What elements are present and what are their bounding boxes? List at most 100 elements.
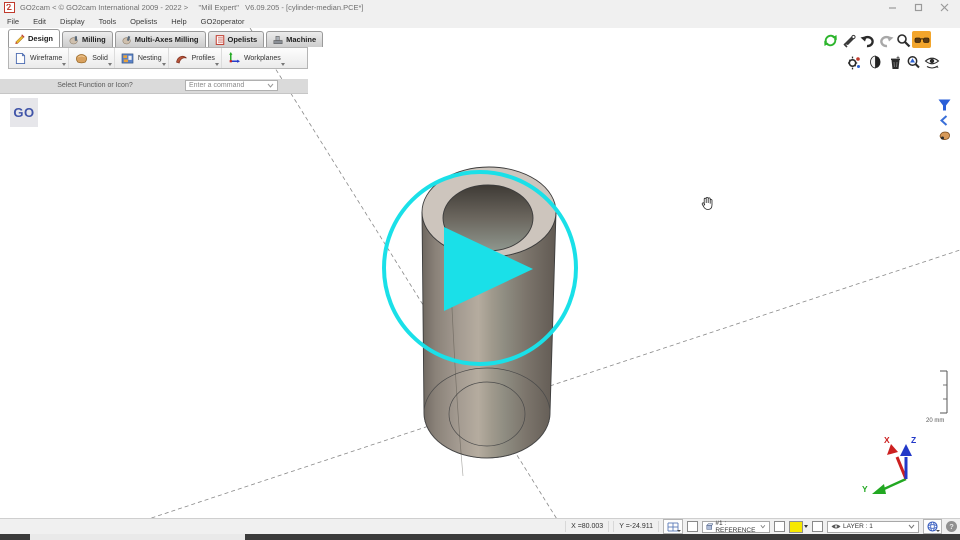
tool-label: Workplanes: [244, 55, 281, 62]
zoom-window-button[interactable]: [905, 54, 921, 70]
axis-y-label: Y: [862, 484, 868, 494]
layer-eye-icon: [831, 523, 841, 530]
command-prompt-label: Select Function or Icon?: [40, 82, 150, 89]
menu-help[interactable]: Help: [164, 17, 193, 26]
go-logo[interactable]: GO: [10, 98, 38, 127]
command-input[interactable]: Enter a command: [185, 80, 278, 91]
menu-file[interactable]: File: [0, 17, 26, 26]
tab-machine[interactable]: Machine: [266, 31, 323, 47]
machining-tools-icon: [846, 55, 861, 70]
chevron-down-icon[interactable]: [804, 525, 808, 528]
tab-label: Design: [28, 34, 53, 43]
chevron-down-icon[interactable]: [281, 63, 285, 66]
reference-select[interactable]: #1 : REFERENCE: [702, 521, 770, 533]
glasses-icon: [914, 35, 930, 45]
tool-label: Profiles: [192, 55, 215, 62]
tool-profiles[interactable]: Profiles: [169, 48, 222, 68]
maximize-button[interactable]: [912, 3, 924, 13]
tab-label: Multi-Axes Milling: [135, 35, 199, 44]
menu-tools[interactable]: Tools: [92, 17, 124, 26]
collapse-panel-button[interactable]: [938, 114, 950, 127]
design-icon: [15, 34, 25, 44]
tool-solid[interactable]: Solid: [69, 48, 115, 68]
menu-bar: File Edit Display Tools Opelists Help GO…: [0, 15, 960, 29]
menu-display[interactable]: Display: [53, 17, 92, 26]
multi-axes-milling-icon: [122, 35, 132, 45]
chevron-down-icon: [760, 524, 766, 529]
go2cam-app-icon: [4, 2, 15, 13]
zoom-button[interactable]: [895, 32, 911, 48]
chevron-down-icon: [908, 524, 915, 529]
view-sphere-button[interactable]: [923, 519, 942, 534]
tool-workplanes[interactable]: Workplanes: [222, 48, 287, 68]
tool-wireframe[interactable]: Wireframe: [9, 48, 69, 68]
undo-icon: [860, 33, 875, 48]
undo-button[interactable]: [859, 32, 875, 48]
close-button[interactable]: [938, 3, 950, 13]
zoom-window-icon: [906, 55, 921, 70]
minimize-button[interactable]: [886, 3, 898, 13]
tab-label: Milling: [82, 35, 106, 44]
grid-checkbox[interactable]: [687, 521, 698, 532]
reference-checkbox[interactable]: [774, 521, 785, 532]
material-button[interactable]: [936, 128, 952, 142]
eye-rotate-button[interactable]: [924, 54, 940, 70]
chevron-down-icon: [677, 530, 681, 532]
redo-icon: [879, 33, 894, 48]
workplanes-icon: [228, 52, 240, 64]
layer-value: LAYER : 1: [843, 523, 873, 530]
cylinder-model[interactable]: [422, 167, 556, 476]
tab-milling[interactable]: Milling: [62, 31, 113, 47]
measure-button[interactable]: [841, 32, 857, 48]
nesting-icon: [121, 53, 134, 64]
chevron-down-icon: [936, 530, 940, 532]
axis-x-label: X: [884, 435, 890, 445]
video-progress-bar[interactable]: [0, 534, 960, 540]
material-icon: [938, 130, 951, 141]
reference-value: #1 : REFERENCE: [715, 520, 758, 534]
viewport[interactable]: 20 mm X Z Y Design Mill: [0, 28, 960, 518]
wireframe-icon: [15, 52, 26, 65]
menu-edit[interactable]: Edit: [26, 17, 53, 26]
refresh-icon: [823, 33, 838, 48]
tab-design[interactable]: Design: [8, 29, 60, 47]
reference-cube-icon: [706, 522, 713, 531]
grid-button[interactable]: [663, 519, 683, 534]
machining-tools-button[interactable]: [845, 54, 861, 70]
filter-button[interactable]: [936, 97, 952, 112]
solid-icon: [75, 52, 88, 64]
menu-opelists[interactable]: Opelists: [123, 17, 164, 26]
redo-button[interactable]: [878, 32, 894, 48]
eraser-button[interactable]: [867, 54, 883, 70]
milling-icon: [69, 35, 79, 45]
layer-select[interactable]: LAYER : 1: [827, 521, 919, 533]
chevron-down-icon: [267, 83, 274, 88]
color-picker[interactable]: [789, 521, 808, 533]
filter-icon: [938, 99, 951, 111]
chevron-down-icon[interactable]: [162, 63, 166, 66]
clean-button[interactable]: [887, 54, 903, 70]
layer-checkbox[interactable]: [812, 521, 823, 532]
chevron-down-icon[interactable]: [108, 63, 112, 66]
profiles-icon: [175, 53, 188, 64]
view-glasses-button[interactable]: [912, 31, 931, 48]
menu-go2operator[interactable]: GO2operator: [194, 17, 252, 26]
clean-trash-icon: [888, 55, 903, 70]
tab-label: Machine: [286, 35, 316, 44]
window-title: GO2cam < © GO2cam International 2009 - 2…: [20, 3, 364, 12]
tab-opelists[interactable]: Opelists: [208, 31, 265, 47]
x-coordinate: X =80.003: [565, 521, 609, 532]
tab-multi-axes-milling[interactable]: Multi-Axes Milling: [115, 31, 206, 47]
refresh-button[interactable]: [822, 32, 838, 48]
eraser-icon: [869, 55, 882, 69]
scale-ruler: 20 mm: [926, 371, 947, 424]
help-button[interactable]: ?: [946, 521, 957, 532]
current-color-swatch[interactable]: [789, 521, 803, 533]
zoom-icon: [896, 33, 911, 48]
hand-cursor-icon: [702, 197, 712, 209]
chevron-down-icon[interactable]: [62, 63, 66, 66]
scene-canvas[interactable]: 20 mm X Z Y: [0, 28, 960, 518]
chevron-down-icon[interactable]: [215, 63, 219, 66]
tool-label: Solid: [92, 55, 108, 62]
tool-nesting[interactable]: Nesting: [115, 48, 169, 68]
